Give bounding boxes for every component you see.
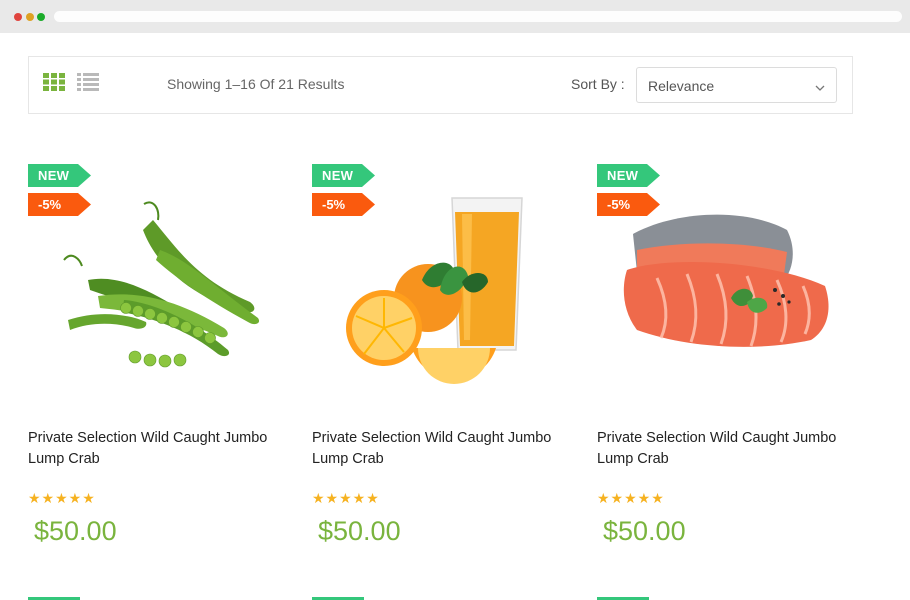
product-card[interactable]: NEW -5% Private Selection Wild Caught Ju…	[597, 160, 859, 600]
new-badge: NEW	[312, 164, 375, 187]
product-price: $50.00	[318, 516, 401, 546]
close-window-dot[interactable]	[14, 13, 22, 21]
shop-toolbar: Showing 1–16 Of 21 Results Sort By : Rel…	[28, 56, 853, 114]
star-rating: ★★★★★	[597, 490, 665, 506]
product-title[interactable]: Private Selection Wild Caught Jumbo Lump…	[312, 428, 574, 470]
results-count: Showing 1–16 Of 21 Results	[167, 76, 345, 92]
star-rating: ★★★★★	[28, 490, 96, 506]
product-card[interactable]: NEW -5% Private Selection Wild Caught Ju…	[28, 160, 290, 600]
product-card[interactable]: NEW -5% Private Selection Wild Caught Ju…	[312, 160, 574, 600]
new-badge: NEW	[28, 164, 91, 187]
green-peas-image[interactable]	[28, 190, 290, 390]
sort-selected-value: Relevance	[648, 78, 715, 94]
orange-juice-image[interactable]	[312, 190, 574, 390]
browser-chrome	[0, 0, 910, 33]
salmon-fillet-image[interactable]	[597, 190, 859, 390]
maximize-window-dot[interactable]	[37, 13, 45, 21]
product-price: $50.00	[34, 516, 117, 546]
star-rating: ★★★★★	[312, 490, 380, 506]
grid-view-icon[interactable]	[43, 73, 65, 91]
list-view-icon[interactable]	[77, 73, 99, 91]
product-title[interactable]: Private Selection Wild Caught Jumbo Lump…	[597, 428, 859, 470]
chevron-down-icon	[814, 80, 826, 91]
new-badge: NEW	[597, 164, 660, 187]
minimize-window-dot[interactable]	[26, 13, 34, 21]
address-bar[interactable]	[54, 11, 902, 22]
sort-by-select[interactable]: Relevance	[636, 67, 837, 103]
product-price: $50.00	[603, 516, 686, 546]
sort-by-label: Sort By :	[571, 76, 625, 92]
product-title[interactable]: Private Selection Wild Caught Jumbo Lump…	[28, 428, 290, 470]
